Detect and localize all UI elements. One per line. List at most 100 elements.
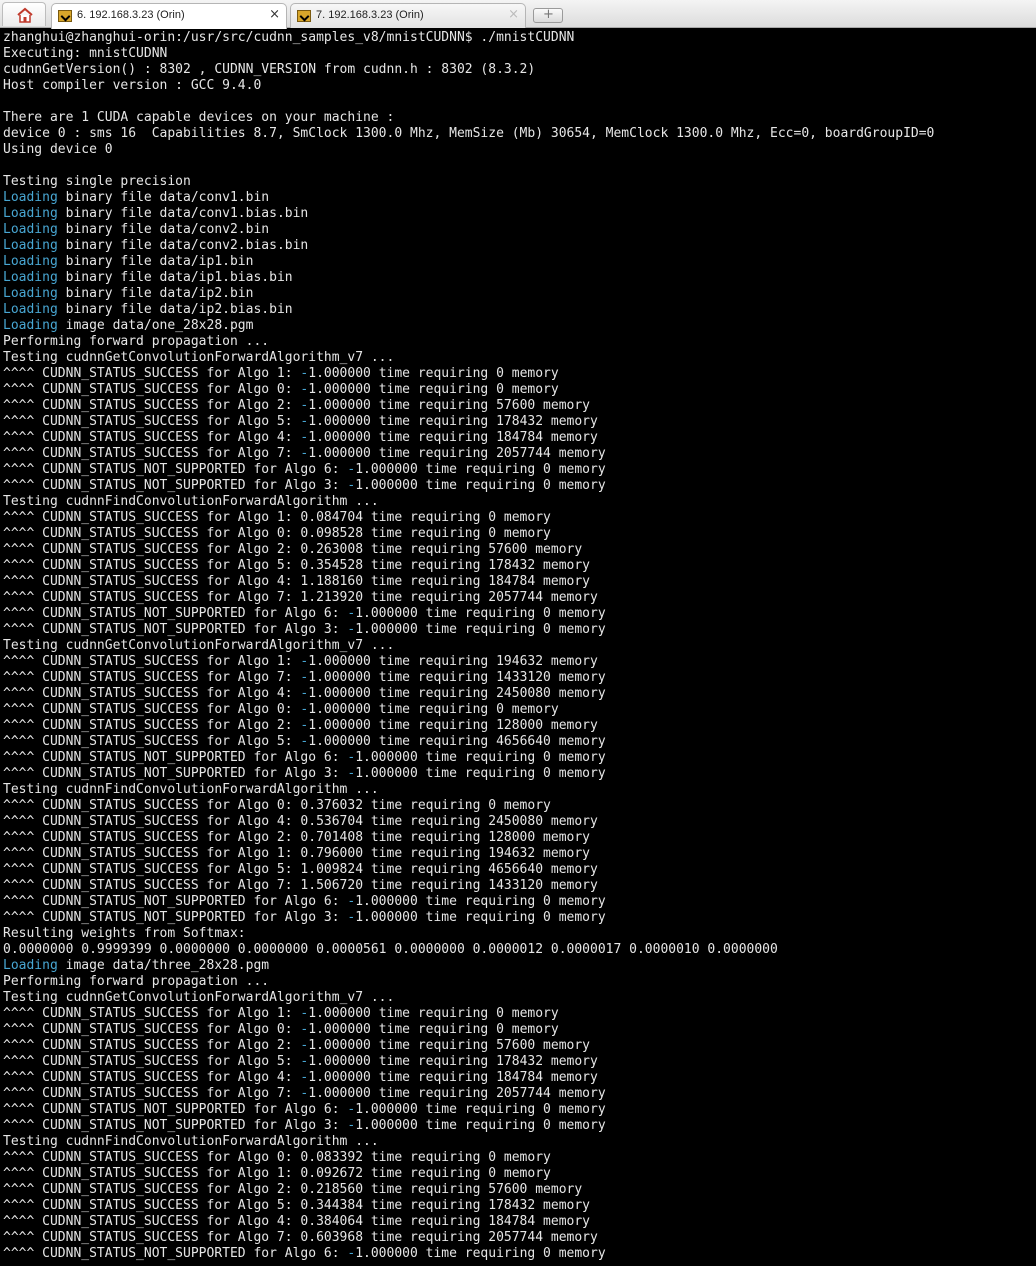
terminal-text: 1.000000 time requiring 0 memory — [308, 702, 559, 717]
terminal-session-icon — [297, 10, 311, 22]
terminal-line: ^^^^ CUDNN_STATUS_NOT_SUPPORTED for Algo… — [3, 766, 1033, 782]
terminal-text: 1.000000 time requiring 0 memory — [308, 1022, 559, 1037]
terminal-text: ^^^^ CUDNN_STATUS_SUCCESS for Algo 4: — [3, 1070, 301, 1085]
terminal-text: device 0 : sms 16 Capabilities 8.7, SmCl… — [3, 126, 935, 141]
highlighted-text: Loading — [3, 318, 58, 333]
terminal-line: ^^^^ CUDNN_STATUS_SUCCESS for Algo 0: -1… — [3, 1022, 1033, 1038]
terminal-line: Performing forward propagation ... — [3, 334, 1033, 350]
terminal-text: ^^^^ CUDNN_STATUS_NOT_SUPPORTED for Algo… — [3, 1118, 348, 1133]
terminal-line: ^^^^ CUDNN_STATUS_SUCCESS for Algo 1: 0.… — [3, 1166, 1033, 1182]
terminal-line: ^^^^ CUDNN_STATUS_SUCCESS for Algo 5: 0.… — [3, 1198, 1033, 1214]
terminal-text: binary file data/ip2.bias.bin — [57, 302, 293, 317]
terminal-line: Loading binary file data/ip1.bin — [3, 254, 1033, 270]
terminal-text: 1.000000 time requiring 0 memory — [308, 1006, 559, 1021]
terminal-text: ^^^^ CUDNN_STATUS_SUCCESS for Algo 7: 1.… — [3, 878, 598, 893]
highlighted-text: Loading — [3, 270, 58, 285]
terminal-line: Loading binary file data/ip2.bin — [3, 286, 1033, 302]
tab-session-6[interactable]: 6. 192.168.3.23 (Orin) × — [51, 3, 287, 29]
terminal-line: ^^^^ CUDNN_STATUS_SUCCESS for Algo 5: 0.… — [3, 558, 1033, 574]
terminal-text: binary file data/conv1.bias.bin — [57, 206, 309, 221]
terminal-text: ^^^^ CUDNN_STATUS_NOT_SUPPORTED for Algo… — [3, 1246, 348, 1261]
terminal-text: ^^^^ CUDNN_STATUS_SUCCESS for Algo 5: — [3, 414, 301, 429]
terminal-line: Testing single precision — [3, 174, 1033, 190]
terminal-text: 1.000000 time requiring 194632 memory — [308, 654, 598, 669]
terminal-line: Executing: mnistCUDNN — [3, 46, 1033, 62]
terminal-text: image data/one_28x28.pgm — [57, 318, 254, 333]
tab-session-7[interactable]: 7. 192.168.3.23 (Orin) × — [290, 3, 526, 28]
terminal-text: 1.000000 time requiring 184784 memory — [308, 430, 598, 445]
terminal-text: Host compiler version : GCC 9.4.0 — [3, 78, 262, 93]
terminal-line: ^^^^ CUDNN_STATUS_SUCCESS for Algo 7: 1.… — [3, 590, 1033, 606]
terminal-text: ^^^^ CUDNN_STATUS_NOT_SUPPORTED for Algo… — [3, 894, 348, 909]
terminal-text: Testing cudnnGetConvolutionForwardAlgori… — [3, 990, 395, 1005]
session-tab-bar: 6. 192.168.3.23 (Orin) × 7. 192.168.3.23… — [0, 0, 1036, 29]
terminal-line: ^^^^ CUDNN_STATUS_SUCCESS for Algo 2: -1… — [3, 398, 1033, 414]
terminal-line: There are 1 CUDA capable devices on your… — [3, 110, 1033, 126]
terminal-line: ^^^^ CUDNN_STATUS_SUCCESS for Algo 5: -1… — [3, 734, 1033, 750]
terminal-text: 1.000000 time requiring 2057744 memory — [308, 446, 606, 461]
terminal-output[interactable]: zhanghui@zhanghui-orin:/usr/src/cudnn_sa… — [3, 30, 1033, 1262]
terminal-line: ^^^^ CUDNN_STATUS_SUCCESS for Algo 1: -1… — [3, 1006, 1033, 1022]
terminal-text: Performing forward propagation ... — [3, 334, 270, 349]
terminal-text: image data/three_28x28.pgm — [57, 958, 270, 973]
home-icon — [17, 7, 33, 23]
terminal-text: cudnnGetVersion() : 8302 , CUDNN_VERSION… — [3, 62, 536, 77]
terminal-text: ^^^^ CUDNN_STATUS_SUCCESS for Algo 7: — [3, 446, 301, 461]
highlighted-text: Loading — [3, 190, 58, 205]
terminal-text: ^^^^ CUDNN_STATUS_NOT_SUPPORTED for Algo… — [3, 478, 348, 493]
highlighted-text: Loading — [3, 222, 58, 237]
terminal-line: ^^^^ CUDNN_STATUS_NOT_SUPPORTED for Algo… — [3, 894, 1033, 910]
terminal-line: Performing forward propagation ... — [3, 974, 1033, 990]
terminal-line: Testing cudnnFindConvolutionForwardAlgor… — [3, 494, 1033, 510]
terminal-text: ^^^^ CUDNN_STATUS_SUCCESS for Algo 0: 0.… — [3, 526, 551, 541]
terminal-line: ^^^^ CUDNN_STATUS_SUCCESS for Algo 2: 0.… — [3, 542, 1033, 558]
terminal-line: ^^^^ CUDNN_STATUS_NOT_SUPPORTED for Algo… — [3, 478, 1033, 494]
terminal-text: ^^^^ CUDNN_STATUS_SUCCESS for Algo 0: — [3, 1022, 301, 1037]
terminal-line: ^^^^ CUDNN_STATUS_SUCCESS for Algo 1: 0.… — [3, 846, 1033, 862]
terminal-text: 1.000000 time requiring 2450080 memory — [308, 686, 606, 701]
terminal-text: ^^^^ CUDNN_STATUS_SUCCESS for Algo 2: 0.… — [3, 1182, 583, 1197]
terminal-text: ^^^^ CUDNN_STATUS_SUCCESS for Algo 7: — [3, 1086, 301, 1101]
close-tab-icon[interactable]: × — [269, 7, 280, 22]
terminal-text: 1.000000 time requiring 0 memory — [355, 1246, 606, 1261]
terminal-line: ^^^^ CUDNN_STATUS_NOT_SUPPORTED for Algo… — [3, 622, 1033, 638]
terminal-line: ^^^^ CUDNN_STATUS_SUCCESS for Algo 0: 0.… — [3, 526, 1033, 542]
terminal-line: Testing cudnnGetConvolutionForwardAlgori… — [3, 350, 1033, 366]
terminal-line: ^^^^ CUDNN_STATUS_SUCCESS for Algo 5: -1… — [3, 1054, 1033, 1070]
terminal-line: ^^^^ CUDNN_STATUS_SUCCESS for Algo 4: -1… — [3, 430, 1033, 446]
terminal-text: ^^^^ CUDNN_STATUS_SUCCESS for Algo 0: 0.… — [3, 798, 551, 813]
terminal-text: 1.000000 time requiring 57600 memory — [308, 1038, 591, 1053]
terminal-line: ^^^^ CUDNN_STATUS_SUCCESS for Algo 0: 0.… — [3, 1150, 1033, 1166]
terminal-text: ^^^^ CUDNN_STATUS_SUCCESS for Algo 1: — [3, 654, 301, 669]
terminal-text: Testing cudnnGetConvolutionForwardAlgori… — [3, 350, 395, 365]
terminal-text: binary file data/ip1.bias.bin — [57, 270, 293, 285]
terminal-text: Testing cudnnGetConvolutionForwardAlgori… — [3, 638, 395, 653]
terminal-text: ^^^^ CUDNN_STATUS_SUCCESS for Algo 5: — [3, 734, 301, 749]
close-tab-icon[interactable]: × — [508, 7, 519, 22]
terminal-text: 1.000000 time requiring 0 memory — [308, 366, 559, 381]
terminal-text: ^^^^ CUDNN_STATUS_SUCCESS for Algo 5: — [3, 1054, 301, 1069]
home-button[interactable] — [2, 2, 46, 26]
terminal-line: ^^^^ CUDNN_STATUS_NOT_SUPPORTED for Algo… — [3, 462, 1033, 478]
terminal-line: ^^^^ CUDNN_STATUS_SUCCESS for Algo 0: -1… — [3, 382, 1033, 398]
terminal-text: binary file data/ip1.bin — [57, 254, 254, 269]
terminal-text: There are 1 CUDA capable devices on your… — [3, 110, 395, 125]
new-tab-button[interactable]: + — [533, 7, 563, 23]
terminal-text: 1.000000 time requiring 1433120 memory — [308, 670, 606, 685]
terminal-line: cudnnGetVersion() : 8302 , CUDNN_VERSION… — [3, 62, 1033, 78]
terminal-text: zhanghui@zhanghui-orin:/usr/src/cudnn_sa… — [3, 30, 575, 45]
highlighted-text: Loading — [3, 286, 58, 301]
terminal-text: ^^^^ CUDNN_STATUS_SUCCESS for Algo 1: 0.… — [3, 510, 551, 525]
terminal-text: ^^^^ CUDNN_STATUS_SUCCESS for Algo 2: 0.… — [3, 542, 583, 557]
highlighted-text: Loading — [3, 206, 58, 221]
terminal-text: 0.0000000 0.9999399 0.0000000 0.0000000 … — [3, 942, 778, 957]
terminal-line: ^^^^ CUDNN_STATUS_SUCCESS for Algo 2: -1… — [3, 1038, 1033, 1054]
terminal-line: Loading binary file data/conv2.bin — [3, 222, 1033, 238]
terminal-line: ^^^^ CUDNN_STATUS_SUCCESS for Algo 1: -1… — [3, 654, 1033, 670]
terminal-line: Host compiler version : GCC 9.4.0 — [3, 78, 1033, 94]
terminal-text: 1.000000 time requiring 0 memory — [355, 750, 606, 765]
terminal-line: Loading image data/three_28x28.pgm — [3, 958, 1033, 974]
terminal-line: ^^^^ CUDNN_STATUS_NOT_SUPPORTED for Algo… — [3, 1246, 1033, 1262]
